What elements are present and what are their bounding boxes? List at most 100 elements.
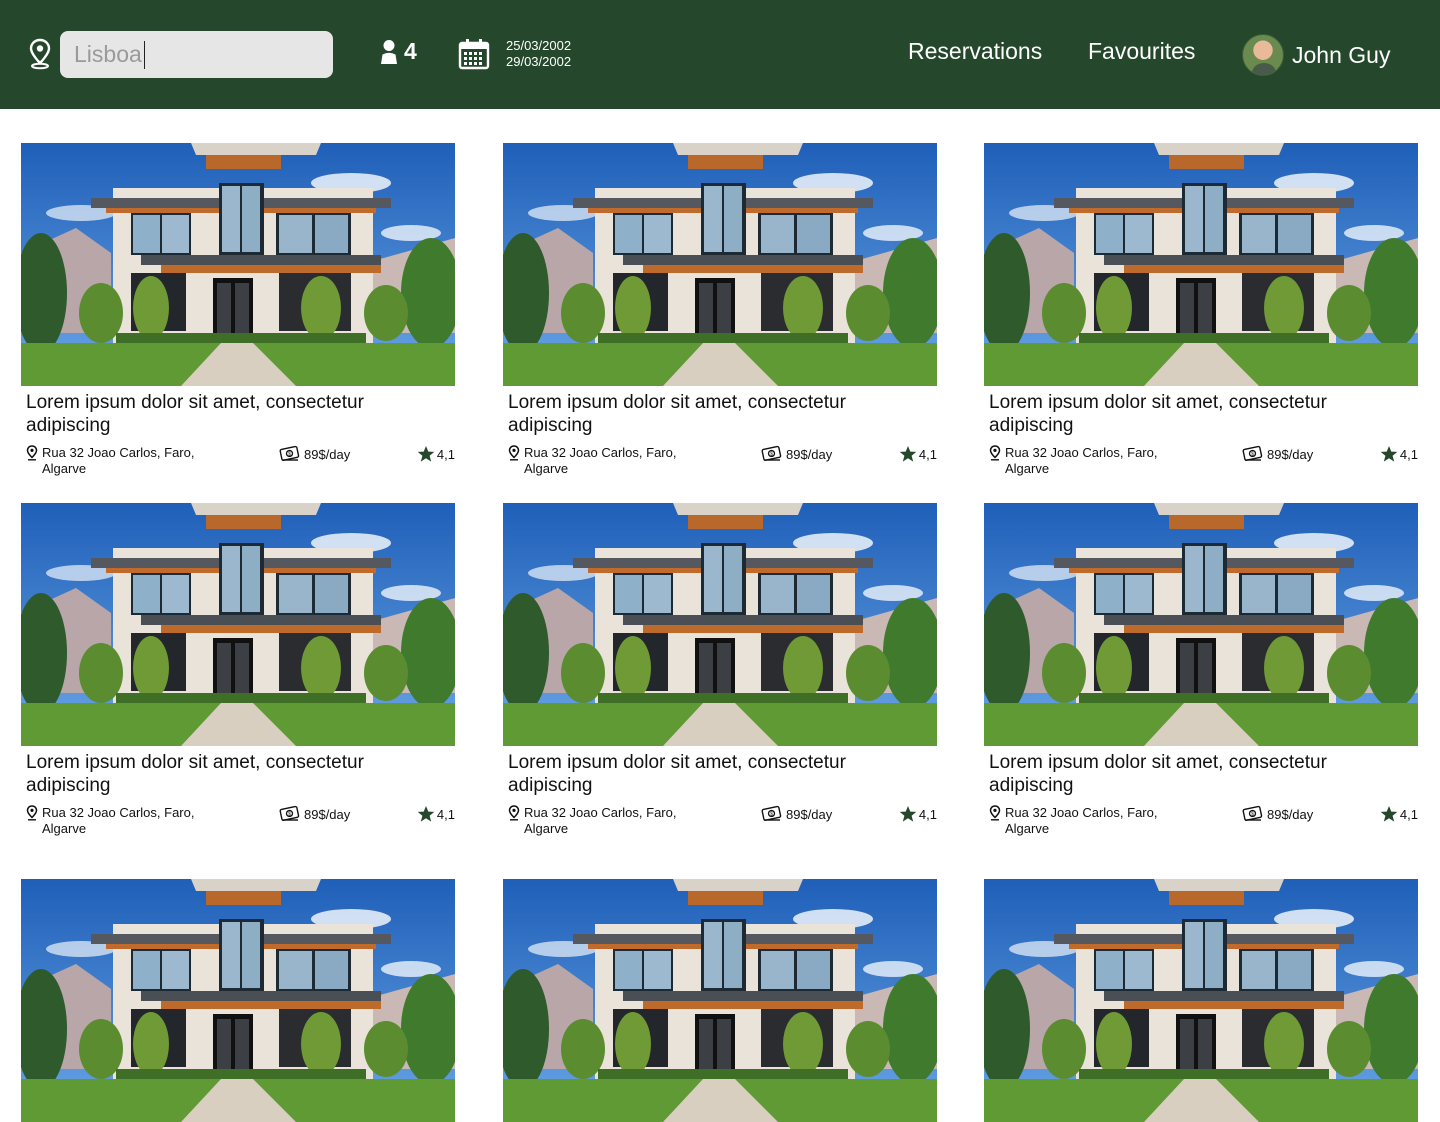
date-range[interactable]: 25/03/2002 29/03/2002 (506, 38, 571, 70)
money-icon (1242, 445, 1264, 463)
listing-rating: 4,1 (1380, 445, 1418, 463)
listing-title[interactable]: Lorem ipsum dolor sit amet, consectetur … (508, 391, 908, 437)
listing-price: 89$/day (761, 445, 832, 463)
check-in-date: 25/03/2002 (506, 38, 572, 53)
rating-value: 4,1 (1399, 446, 1418, 462)
listing-address: Rua 32 Joao Carlos, Faro, Algarve (508, 445, 694, 477)
listing-price: 89$/day (761, 805, 832, 823)
listing-rating: 4,1 (417, 445, 455, 463)
address-line: Algarve (42, 461, 87, 476)
listing-title[interactable]: Lorem ipsum dolor sit amet, consectetur … (989, 391, 1389, 437)
listing-price: 89$/day (279, 445, 350, 463)
money-icon (761, 805, 783, 823)
address-line: Rua 32 Joao Carlos, Faro, (524, 805, 677, 820)
rating-value: 4,1 (1399, 806, 1418, 822)
listing-title[interactable]: Lorem ipsum dolor sit amet, consectetur … (508, 751, 908, 797)
location-pin-icon (508, 445, 520, 461)
listing-rating: 4,1 (1380, 805, 1418, 823)
rating-value: 4,1 (436, 446, 455, 462)
price-value: 89$/day (786, 446, 833, 462)
nav-favourites-link[interactable]: Favourites (1088, 38, 1195, 65)
avatar[interactable] (1242, 34, 1284, 76)
listing-title[interactable]: Lorem ipsum dolor sit amet, consectetur … (26, 391, 426, 437)
listing-card[interactable]: Lorem ipsum dolor sit amet, consectetur … (503, 503, 937, 841)
house-photo[interactable] (503, 503, 937, 746)
guests-selector[interactable]: 4 (379, 38, 417, 65)
house-photo[interactable] (21, 879, 455, 1122)
listing-card[interactable]: Lorem ipsum dolor sit amet, consectetur … (21, 143, 455, 481)
address-line: Rua 32 Joao Carlos, Faro, (42, 805, 195, 820)
listing-rating: 4,1 (899, 445, 937, 463)
house-photo[interactable] (984, 143, 1418, 386)
location-pin-icon (508, 805, 520, 821)
address-line: Algarve (524, 461, 569, 476)
address-line: Algarve (1005, 461, 1050, 476)
rating-value: 4,1 (436, 806, 455, 822)
user-menu[interactable]: John Guy (1242, 34, 1390, 76)
money-icon (279, 805, 301, 823)
nav-reservations-link[interactable]: Reservations (908, 38, 1042, 65)
search-input-value: Lisboa (74, 41, 142, 67)
listing-price: 89$/day (1242, 445, 1313, 463)
listing-address: Rua 32 Joao Carlos, Faro, Algarve (989, 445, 1175, 477)
price-value: 89$/day (304, 806, 351, 822)
listing-card[interactable]: Lorem ipsum dolor sit amet, consectetur … (984, 143, 1418, 481)
location-pin-icon (29, 38, 51, 70)
check-out-date: 29/03/2002 (506, 54, 572, 69)
text-cursor (143, 40, 146, 69)
money-icon (761, 445, 783, 463)
rating-value: 4,1 (918, 806, 937, 822)
listing-card[interactable]: Lorem ipsum dolor sit amet, consectetur … (984, 503, 1418, 841)
address-line: Rua 32 Joao Carlos, Faro, (1005, 805, 1158, 820)
search-input[interactable]: Lisboa (60, 31, 333, 78)
price-value: 89$/day (1267, 446, 1314, 462)
price-value: 89$/day (1267, 806, 1314, 822)
listing-title[interactable]: Lorem ipsum dolor sit amet, consectetur … (26, 751, 426, 797)
star-icon (1380, 805, 1398, 823)
star-icon (1380, 445, 1398, 463)
house-photo[interactable] (984, 879, 1418, 1122)
location-pin-icon (26, 445, 38, 461)
listing-address: Rua 32 Joao Carlos, Faro, Algarve (989, 805, 1175, 837)
listing-card[interactable]: Lorem ipsum dolor sit amet, consectetur … (503, 143, 937, 481)
location-pin-icon (26, 805, 38, 821)
rating-value: 4,1 (918, 446, 937, 462)
house-photo[interactable] (503, 879, 937, 1122)
house-photo[interactable] (503, 143, 937, 386)
house-photo[interactable] (984, 503, 1418, 746)
house-photo[interactable] (21, 503, 455, 746)
listing-card[interactable] (503, 879, 937, 1122)
user-name: John Guy (1292, 41, 1391, 68)
address-line: Rua 32 Joao Carlos, Faro, (524, 445, 677, 460)
money-icon (279, 445, 301, 463)
listing-rating: 4,1 (899, 805, 937, 823)
address-line: Rua 32 Joao Carlos, Faro, (1005, 445, 1158, 460)
location-pin-icon (989, 805, 1001, 821)
price-value: 89$/day (786, 806, 833, 822)
star-icon (417, 445, 435, 463)
listing-address: Rua 32 Joao Carlos, Faro, Algarve (26, 805, 212, 837)
person-icon (381, 39, 397, 64)
money-icon (1242, 805, 1264, 823)
listing-rating: 4,1 (417, 805, 455, 823)
listing-card[interactable]: Lorem ipsum dolor sit amet, consectetur … (21, 503, 455, 841)
location-pin-icon (989, 445, 1001, 461)
listing-title[interactable]: Lorem ipsum dolor sit amet, consectetur … (989, 751, 1389, 797)
address-line: Algarve (42, 821, 87, 836)
star-icon (899, 445, 917, 463)
listing-price: 89$/day (1242, 805, 1313, 823)
listing-price: 89$/day (279, 805, 350, 823)
star-icon (899, 805, 917, 823)
price-value: 89$/day (304, 446, 351, 462)
listing-address: Rua 32 Joao Carlos, Faro, Algarve (508, 805, 694, 837)
listing-card[interactable] (984, 879, 1418, 1122)
listing-card[interactable] (21, 879, 455, 1122)
house-photo[interactable] (21, 143, 455, 386)
guests-count: 4 (404, 38, 417, 64)
address-line: Algarve (524, 821, 569, 836)
calendar-icon[interactable] (458, 38, 490, 70)
top-bar: Lisboa 4 25/03/2002 29/03/2002 Reservati… (0, 0, 1440, 109)
address-line: Algarve (1005, 821, 1050, 836)
star-icon (417, 805, 435, 823)
listing-address: Rua 32 Joao Carlos, Faro, Algarve (26, 445, 212, 477)
